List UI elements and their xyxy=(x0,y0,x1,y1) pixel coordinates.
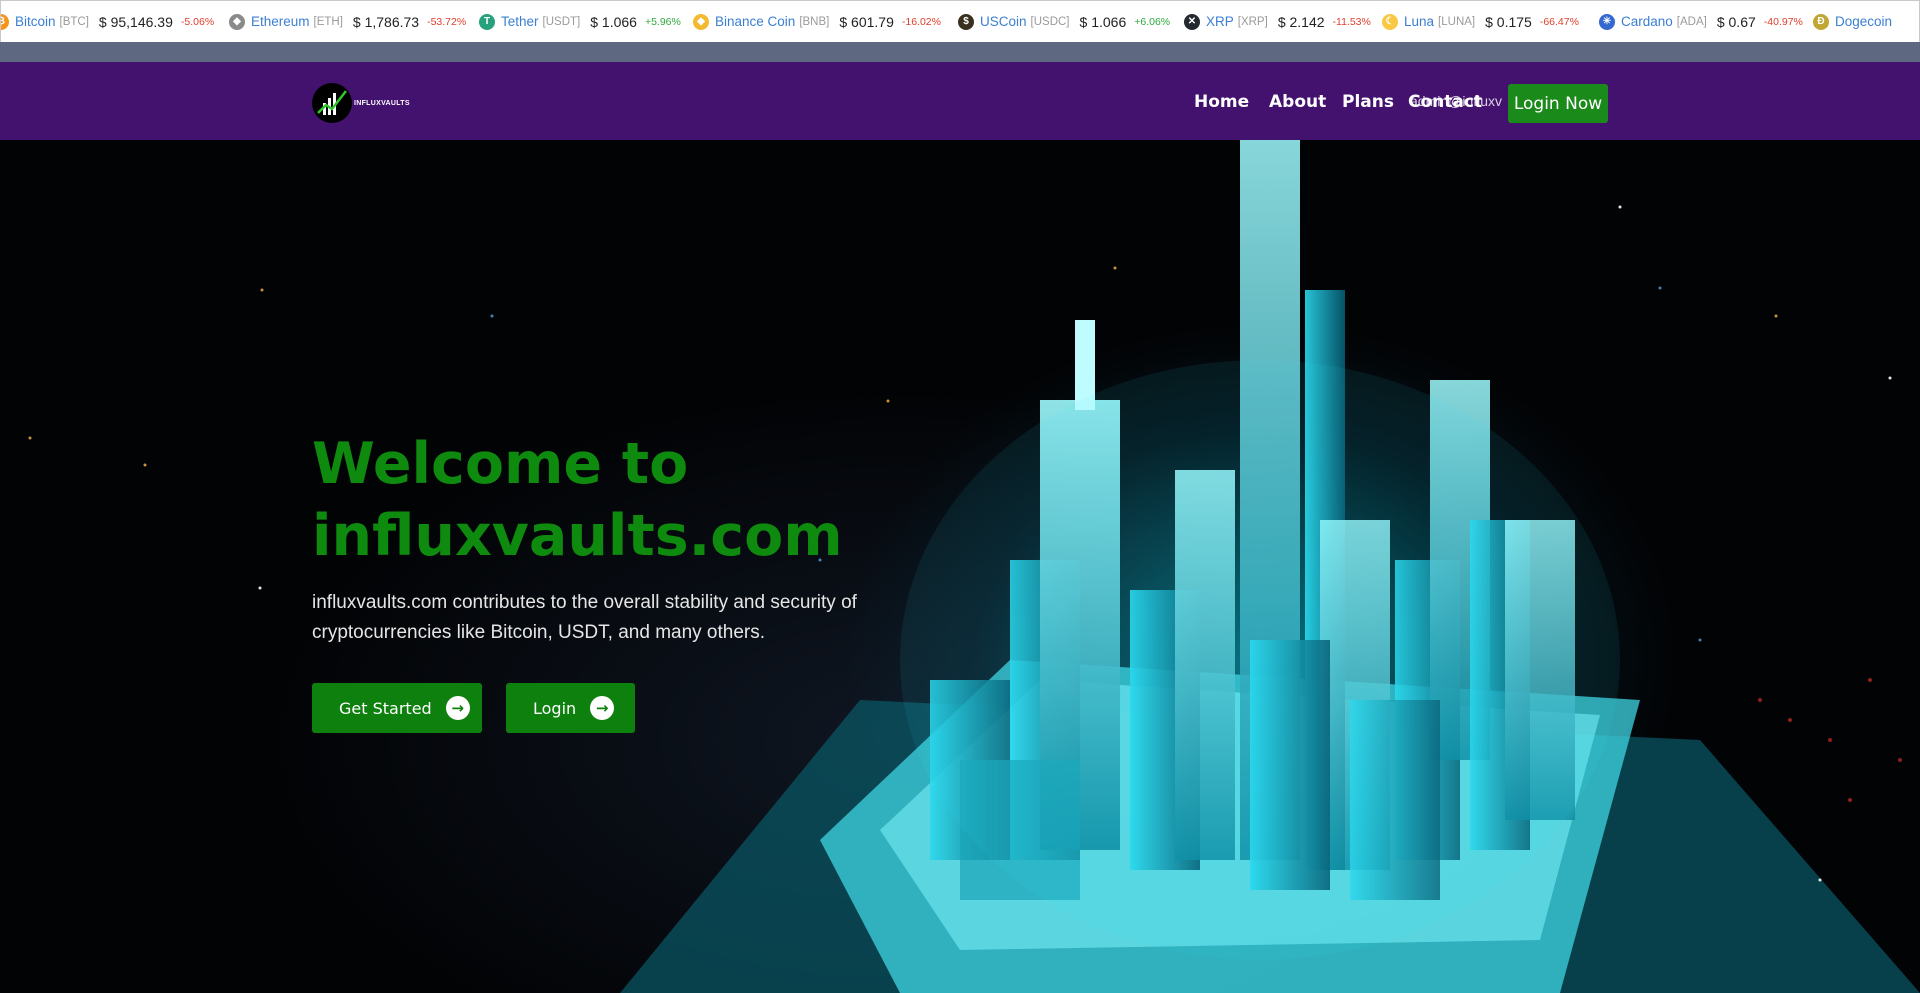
tether-icon: T xyxy=(479,13,495,30)
ticker-item-luna[interactable]: ☾ Luna [LUNA] $ 0.175 -66.47% xyxy=(1382,1,1579,42)
login-now-button[interactable]: Login Now xyxy=(1508,84,1608,123)
ticker-item-uscoin[interactable]: $ USCoin [USDC] $ 1.066 +6.06% xyxy=(958,1,1170,42)
ticker-coin-name[interactable]: Cardano xyxy=(1621,14,1673,29)
login-button[interactable]: Login → xyxy=(506,683,635,733)
usdc-icon: $ xyxy=(958,13,974,30)
ticker-item-xrp[interactable]: ✕ XRP [XRP] $ 2.142 -11.53% xyxy=(1184,1,1371,42)
hero-description: influxvaults.com contributes to the over… xyxy=(312,592,857,643)
ticker-coin-symbol: [LUNA] xyxy=(1438,15,1476,28)
xrp-icon: ✕ xyxy=(1184,13,1200,30)
ticker-coin-price: $ 0.67 xyxy=(1716,13,1756,30)
ticker-coin-change: -11.53% xyxy=(1332,15,1371,28)
ticker-coin-symbol: [USDT] xyxy=(542,15,581,28)
get-started-label: Get Started xyxy=(339,698,432,718)
ticker-item-dogecoin[interactable]: Ð Dogecoin xyxy=(1813,1,1892,42)
login-label: Login xyxy=(533,698,577,718)
ticker-coin-price: $ 95,146.39 xyxy=(98,13,173,30)
ticker-coin-symbol: [ETH] xyxy=(313,15,343,28)
ticker-coin-price: $ 2.142 xyxy=(1277,13,1325,30)
dogecoin-icon: Ð xyxy=(1813,13,1829,30)
ticker-coin-price: $ 1.066 xyxy=(590,13,637,30)
ticker-coin-change: -40.97% xyxy=(1763,15,1803,28)
ticker-coin-change: +6.06% xyxy=(1134,15,1171,28)
ticker-coin-change: -66.47% xyxy=(1539,15,1579,28)
ticker-coin-name[interactable]: XRP xyxy=(1206,14,1234,29)
ticker-coin-change: -16.02% xyxy=(901,15,941,28)
ticker-coin-price: $ 0.175 xyxy=(1485,13,1532,30)
binance-icon: ◆ xyxy=(693,13,709,30)
ticker-divider-strip xyxy=(0,42,1920,62)
ticker-item-ethereum[interactable]: ◆ Ethereum [ETH] $ 1,786.73 -53.72% xyxy=(229,1,466,42)
arrow-right-icon: → xyxy=(590,696,615,720)
nav-home[interactable]: Home xyxy=(1194,92,1249,112)
bitcoin-icon: ₿ xyxy=(1,13,9,30)
ticker-coin-change: -53.72% xyxy=(427,15,467,28)
ticker-coin-name[interactable]: Ethereum xyxy=(251,14,310,29)
crypto-price-ticker: ₿Bitcoin[BTC]$ 95,146.39-5.06%◆Ethereum[… xyxy=(0,0,1920,43)
ticker-coin-symbol: [USDC] xyxy=(1030,15,1070,28)
ticker-coin-price: $ 1.066 xyxy=(1079,13,1127,30)
ticker-coin-symbol: [BTC] xyxy=(59,15,89,28)
logo-text: INFLUXVAULTS xyxy=(354,99,410,107)
arrow-right-icon: → xyxy=(445,696,470,720)
get-started-button[interactable]: Get Started → xyxy=(312,683,482,733)
hero-section: Welcome to influxvaults.com influxvaults… xyxy=(0,140,1920,993)
ticker-coin-name[interactable]: Binance Coin xyxy=(715,14,795,29)
ticker-item-binance-coin[interactable]: ◆ Binance Coin [BNB] $ 601.79 -16.02% xyxy=(693,1,941,42)
ticker-coin-name[interactable]: Luna xyxy=(1404,14,1434,29)
hero-title: Welcome to influxvaults.com xyxy=(312,431,843,569)
ticker-coin-change: +5.96% xyxy=(644,15,681,28)
ticker-coin-price: $ 601.79 xyxy=(839,13,894,30)
luna-icon: ☾ xyxy=(1382,13,1398,30)
ticker-item-bitcoin[interactable]: ₿ Bitcoin[BTC] $ 95,146.39 -5.06% xyxy=(1,1,215,42)
ethereum-icon: ◆ xyxy=(229,13,245,30)
cardano-icon: ✳ xyxy=(1599,13,1615,30)
ticker-item-tether[interactable]: T Tether [USDT] $ 1.066 +5.96% xyxy=(479,1,681,42)
ticker-coin-symbol: [BNB] xyxy=(799,15,830,28)
ticker-coin-name[interactable]: Tether xyxy=(501,14,539,29)
nav-plans[interactable]: Plans xyxy=(1342,92,1394,112)
hero-city-background-image xyxy=(28,140,1920,993)
ticker-item-cardano[interactable]: ✳ Cardano [ADA] $ 0.67 -40.97% xyxy=(1599,1,1803,42)
ticker-coin-name[interactable]: Dogecoin xyxy=(1835,14,1892,29)
ticker-coin-change: -5.06% xyxy=(180,15,215,28)
ticker-coin-name[interactable]: USCoin xyxy=(980,14,1027,29)
nav-about[interactable]: About xyxy=(1269,92,1326,112)
ticker-coin-price: $ 1,786.73 xyxy=(352,13,420,30)
ticker-coin-name[interactable]: Bitcoin xyxy=(15,14,56,29)
ticker-coin-symbol: [XRP] xyxy=(1237,15,1268,28)
navbar: INFLUXVAULTS Home About Plans admin@infl… xyxy=(0,62,1920,140)
ticker-coin-symbol: [ADA] xyxy=(1676,15,1707,28)
brand-logo[interactable]: INFLUXVAULTS xyxy=(312,83,410,123)
logo-chart-icon xyxy=(312,83,352,123)
nav-contact[interactable]: Contact xyxy=(1408,92,1482,112)
